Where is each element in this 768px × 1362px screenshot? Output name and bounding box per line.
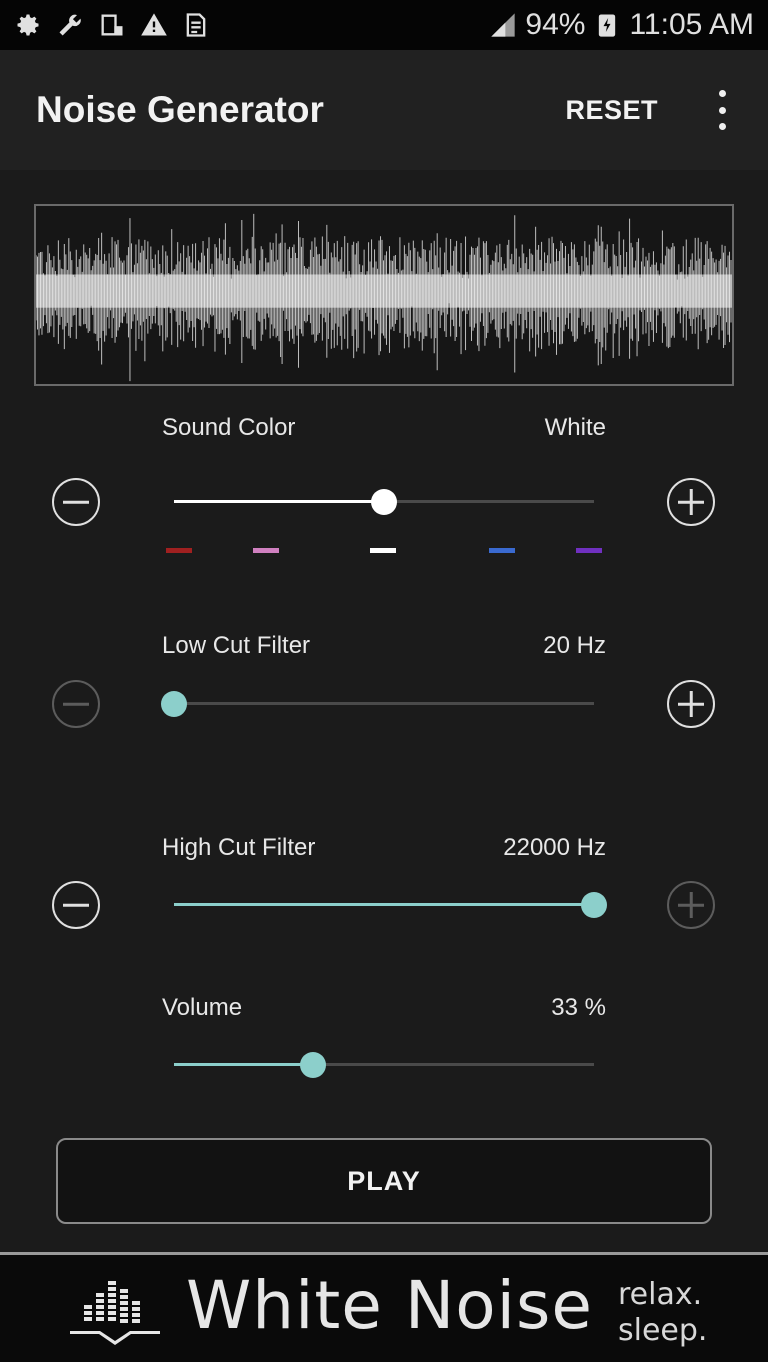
wrench-icon xyxy=(59,14,81,36)
clock: 11:05 AM xyxy=(629,8,754,41)
ad-banner[interactable]: White Noise relax. sleep. xyxy=(0,1252,768,1362)
sound-color-slider[interactable] xyxy=(174,487,594,517)
page-title: Noise Generator xyxy=(36,89,324,130)
system-status: 94% 11:05 AM xyxy=(489,8,754,42)
ad-title: White Noise xyxy=(186,1267,593,1344)
high-cut-label: High Cut Filter xyxy=(162,834,316,861)
color-mark-pink xyxy=(253,548,279,553)
high-cut-increase-button[interactable] xyxy=(667,881,715,929)
volume-label: Volume xyxy=(162,994,243,1021)
reset-button[interactable]: RESET xyxy=(565,95,658,126)
ad-tagline-sleep: sleep. xyxy=(618,1313,708,1348)
slider-thumb[interactable] xyxy=(581,892,607,918)
play-button[interactable]: PLAY xyxy=(56,1138,712,1224)
color-mark-brown xyxy=(166,548,192,553)
sound-color-label: Sound Color xyxy=(162,414,296,441)
equalizer-logo-icon xyxy=(70,1281,160,1345)
notification-icons xyxy=(14,11,210,39)
low-cut-slider[interactable] xyxy=(161,689,594,719)
slider-thumb[interactable] xyxy=(299,1052,326,1078)
sound-color-increase-button[interactable] xyxy=(667,478,715,526)
ad-tagline-relax: relax. xyxy=(618,1277,703,1312)
volume-value: 33 % xyxy=(551,994,606,1021)
device-icon xyxy=(101,14,123,36)
warning-icon xyxy=(141,13,167,36)
volume-slider[interactable] xyxy=(174,1050,594,1080)
battery-percent: 94% xyxy=(525,8,586,41)
sound-color-value: White xyxy=(544,414,606,441)
color-mark-white xyxy=(370,548,396,553)
color-mark-blue xyxy=(489,548,515,553)
more-vert-icon[interactable] xyxy=(712,90,732,130)
document-icon xyxy=(186,13,206,37)
signal-icon xyxy=(491,13,516,37)
low-cut-value: 20 Hz xyxy=(543,632,606,659)
slider-thumb[interactable] xyxy=(161,691,187,717)
gear-icon xyxy=(17,14,39,36)
low-cut-increase-button[interactable] xyxy=(667,680,715,728)
high-cut-slider[interactable] xyxy=(174,890,607,920)
low-cut-decrease-button[interactable] xyxy=(52,680,100,728)
status-bar: 94% 11:05 AM xyxy=(0,0,768,50)
high-cut-decrease-button[interactable] xyxy=(52,881,100,929)
waveform-graphic xyxy=(36,213,732,382)
sound-color-decrease-button[interactable] xyxy=(52,478,100,526)
app-bar: Noise Generator RESET xyxy=(0,50,768,170)
slider-thumb[interactable] xyxy=(371,489,397,515)
color-mark-violet xyxy=(576,548,602,553)
battery-saver-icon xyxy=(599,14,616,37)
waveform-display xyxy=(34,204,734,386)
high-cut-value: 22000 Hz xyxy=(503,834,606,861)
low-cut-label: Low Cut Filter xyxy=(162,632,311,659)
